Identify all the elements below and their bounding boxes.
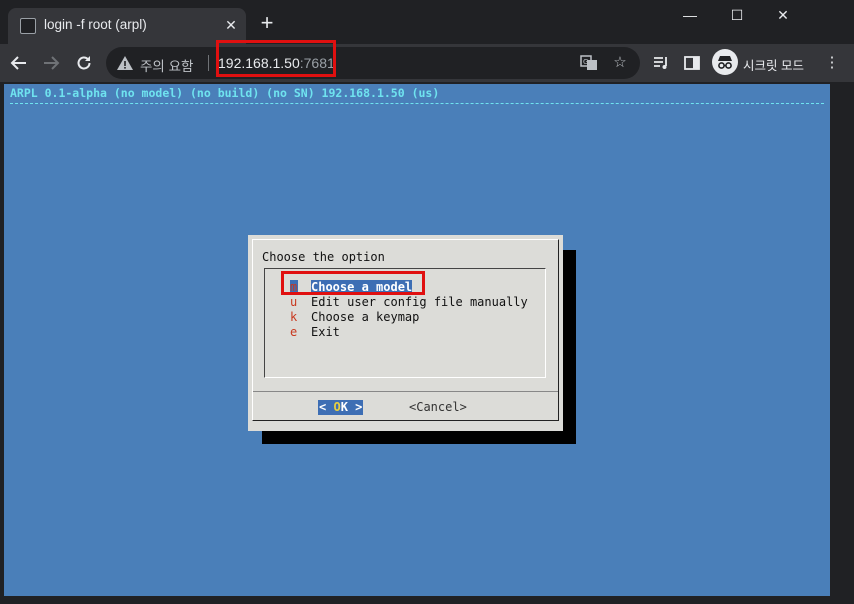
terminal-header-rule [10, 103, 824, 104]
restore-button[interactable]: ☐ [714, 0, 760, 30]
translate-icon[interactable]: G [579, 53, 599, 73]
browser-toolbar: 주의 요함 192.168.1.50:7681 G ☆ 시크릿 모드 ⋮ [0, 44, 854, 82]
security-warning-text[interactable]: 주의 요함 [140, 55, 193, 75]
tab-favicon-icon [20, 18, 36, 34]
incognito-indicator[interactable]: 시크릿 모드 [712, 48, 812, 78]
cancel-button[interactable]: <Cancel> [409, 400, 467, 414]
url-annotation-box [216, 40, 336, 77]
more-menu-icon[interactable]: ⋮ [821, 52, 843, 74]
incognito-icon [712, 49, 738, 75]
menu-hotkey: k [290, 310, 298, 324]
forward-arrow-icon[interactable] [38, 50, 64, 76]
tab-title: login -f root (arpl) [44, 17, 147, 32]
bookmark-star-icon[interactable]: ☆ [610, 53, 630, 73]
option-dialog: Choose the option m Choose a model u Edi… [248, 235, 563, 431]
new-tab-plus-icon[interactable]: + [256, 12, 278, 35]
window-bottom-strip [0, 596, 854, 604]
reload-icon[interactable] [71, 50, 97, 76]
tab-close-icon[interactable]: ✕ [222, 16, 240, 34]
minimize-button[interactable]: — [667, 0, 713, 30]
ok-label-rest: K [340, 400, 348, 414]
close-window-button[interactable]: ✕ [760, 0, 806, 30]
ok-bracket-right: > [347, 400, 363, 414]
back-arrow-icon[interactable] [6, 50, 32, 76]
title-bar: login -f root (arpl) ✕ + — ☐ ✕ [0, 0, 854, 44]
svg-text:G: G [583, 58, 588, 66]
menu-label: Choose a keymap [311, 310, 420, 324]
address-bar[interactable]: 주의 요함 192.168.1.50:7681 G ☆ [106, 47, 640, 79]
ok-button[interactable]: < OK > [318, 400, 364, 415]
tab-terminal[interactable]: login -f root (arpl) ✕ [8, 8, 246, 44]
media-queue-icon[interactable] [650, 52, 672, 74]
selection-annotation-box [281, 271, 425, 295]
menu-label: Edit user config file manually [311, 295, 528, 309]
incognito-label: 시크릿 모드 [743, 59, 804, 73]
side-panel-icon[interactable] [681, 52, 703, 74]
dialog-separator [253, 391, 558, 392]
terminal-header-line: ARPL 0.1-alpha (no model) (no build) (no… [10, 86, 440, 100]
ok-hotkey: O [333, 400, 341, 414]
dialog-title: Choose the option [262, 250, 385, 264]
menu-label: Exit [311, 325, 340, 339]
menu-hotkey: u [290, 295, 298, 309]
menu-hotkey: e [290, 325, 298, 339]
warning-triangle-icon[interactable] [116, 54, 134, 72]
address-separator [208, 55, 209, 71]
ok-bracket-left: < [319, 400, 334, 414]
window-right-strip [830, 84, 854, 604]
